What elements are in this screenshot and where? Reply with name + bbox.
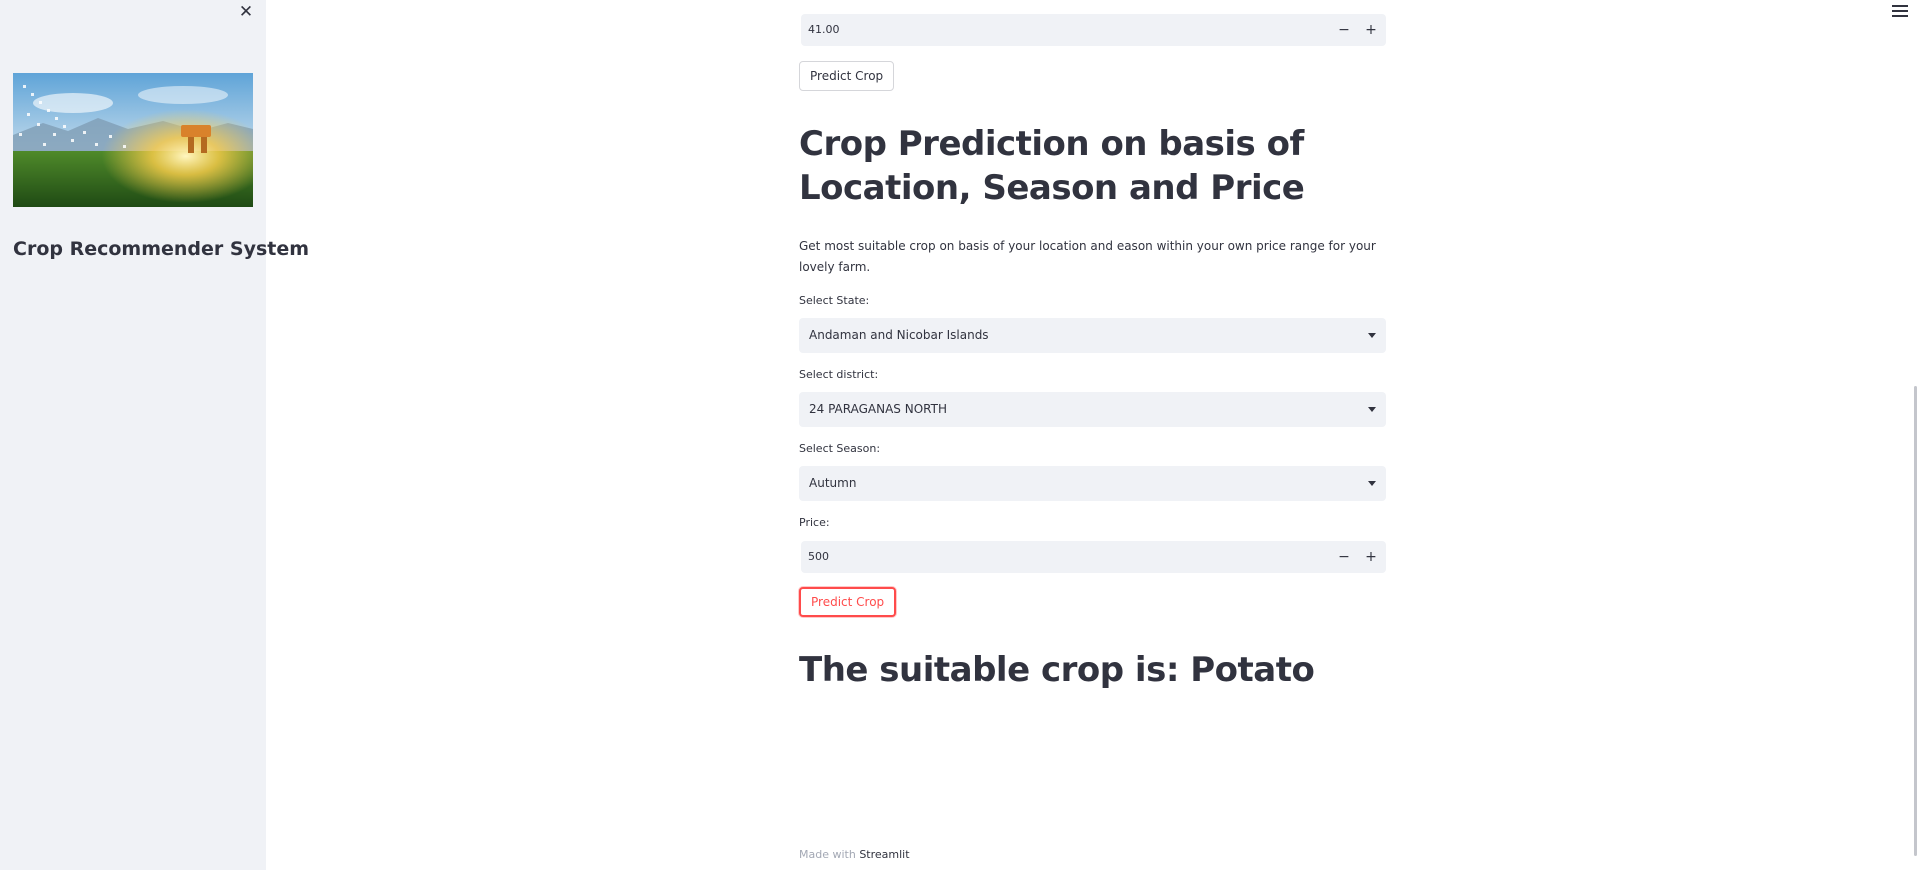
result-heading: The suitable crop is: Potato bbox=[799, 650, 1315, 690]
district-select-value: 24 PARAGANAS NORTH bbox=[809, 402, 947, 416]
footer: Made with Streamlit bbox=[799, 848, 910, 861]
minus-icon[interactable]: − bbox=[1333, 14, 1355, 46]
section-description: Get most suitable crop on basis of your … bbox=[799, 239, 1376, 274]
top-number-input[interactable]: 41.00 − + bbox=[801, 14, 1386, 46]
price-input[interactable]: 500 − + bbox=[801, 541, 1386, 573]
sidebar-hero-image bbox=[13, 73, 253, 207]
district-label: Select district: bbox=[799, 368, 879, 381]
chevron-down-icon bbox=[1368, 481, 1376, 486]
plus-icon[interactable]: + bbox=[1360, 14, 1382, 46]
predict-crop-button[interactable]: Predict Crop bbox=[799, 587, 897, 617]
price-label: Price: bbox=[799, 516, 830, 529]
season-select[interactable]: Autumn bbox=[799, 466, 1386, 501]
state-select-value: Andaman and Nicobar Islands bbox=[809, 328, 989, 342]
state-label: Select State: bbox=[799, 294, 870, 307]
sidebar: ✕ Crop Recommender System bbox=[0, 0, 309, 870]
chevron-down-icon bbox=[1368, 407, 1376, 412]
footer-made-with: Made with bbox=[799, 848, 856, 861]
hamburger-menu-icon[interactable] bbox=[1892, 5, 1908, 19]
close-sidebar-icon[interactable]: ✕ bbox=[238, 4, 254, 21]
predict-crop-button-top[interactable]: Predict Crop bbox=[799, 61, 895, 91]
footer-streamlit-link[interactable]: Streamlit bbox=[859, 848, 909, 861]
plus-icon[interactable]: + bbox=[1360, 541, 1382, 573]
district-select[interactable]: 24 PARAGANAS NORTH bbox=[799, 392, 1386, 427]
season-label: Select Season: bbox=[799, 442, 881, 455]
scrollbar[interactable] bbox=[1914, 386, 1917, 856]
section-heading-line2: Location, Season and Price bbox=[799, 168, 1305, 208]
price-value: 500 bbox=[808, 550, 829, 563]
sidebar-app-title: Crop Recommender System bbox=[13, 238, 310, 260]
top-number-value: 41.00 bbox=[808, 23, 840, 36]
chevron-down-icon bbox=[1368, 333, 1376, 338]
state-select[interactable]: Andaman and Nicobar Islands bbox=[799, 318, 1386, 353]
minus-icon[interactable]: − bbox=[1333, 541, 1355, 573]
season-select-value: Autumn bbox=[809, 476, 857, 490]
section-heading-line1: Crop Prediction on basis of bbox=[799, 124, 1304, 164]
